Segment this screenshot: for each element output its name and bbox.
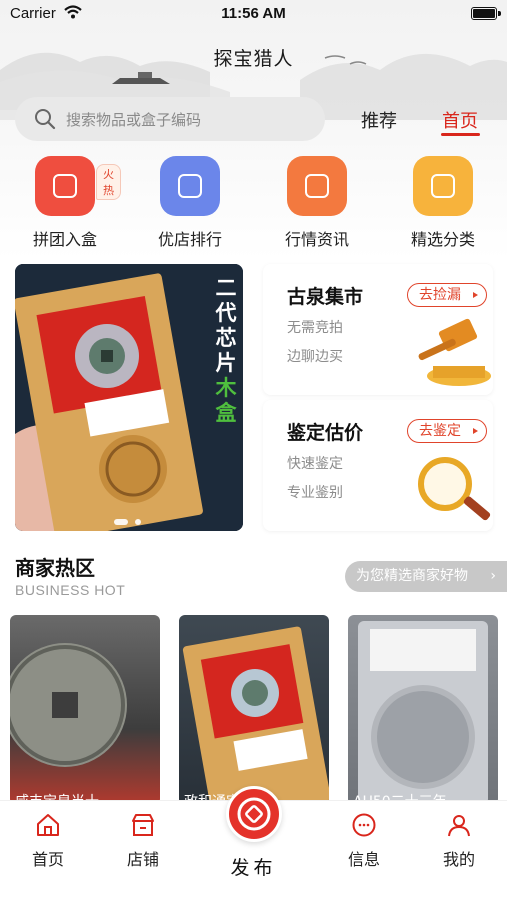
- clock: 11:56 AM: [221, 5, 286, 22]
- card-line: 无需竞拍: [287, 320, 343, 336]
- section-title: 商家热区: [15, 556, 95, 580]
- section-subtitle: BUSINESS HOT: [15, 582, 126, 598]
- hot-badge: 火热: [96, 164, 121, 200]
- category-shop-ranking[interactable]: 优店排行: [135, 156, 245, 249]
- status-bar: Carrier 11:56 AM: [0, 0, 507, 30]
- category-label: 行情资讯: [284, 230, 349, 249]
- appraise-button[interactable]: 去鉴定: [407, 419, 487, 443]
- category-label: 拼团入盒: [32, 230, 97, 249]
- product-card[interactable]: 咸丰宝泉当十: [10, 615, 160, 805]
- banner-title-line2: 木盒: [215, 376, 237, 425]
- bargain-button[interactable]: 去捡漏: [407, 283, 487, 307]
- chevron-right-icon: ›: [490, 568, 496, 584]
- search-placeholder: 搜索物品或盒子编码: [66, 111, 202, 129]
- category-market-news[interactable]: 行情资讯: [262, 156, 372, 249]
- category-featured[interactable]: 精选分类: [388, 156, 498, 249]
- caret-right-icon: [473, 428, 478, 434]
- shop-icon: [160, 156, 220, 216]
- category-group-buy[interactable]: 火热 拼团入盒: [10, 156, 121, 249]
- carousel-dots: [114, 510, 148, 529]
- search-icon: [35, 109, 56, 130]
- search-list-icon: [413, 156, 473, 216]
- store-icon: [132, 814, 154, 836]
- product-card[interactable]: AU50二十三年: [348, 615, 498, 805]
- card-line: 快速鉴定: [287, 456, 343, 472]
- publish-icon: [237, 797, 271, 831]
- tab-recommend[interactable]: 推荐: [361, 107, 397, 133]
- tab-home[interactable]: 首页: [442, 107, 478, 133]
- news-icon: [287, 156, 347, 216]
- caret-right-icon: [473, 292, 478, 298]
- bag-icon: [35, 156, 95, 216]
- featured-merchants-link[interactable]: 为您精选商家好物 ›: [345, 561, 507, 592]
- card-line: 专业鉴别: [287, 485, 343, 501]
- carousel-dot: [135, 519, 141, 525]
- appraisal-card[interactable]: 鉴定估价 去鉴定 快速鉴定 专业鉴别: [263, 400, 493, 531]
- carousel-dot-active: [114, 519, 128, 525]
- home-icon: [37, 814, 59, 836]
- graded-coin-image: [358, 621, 488, 805]
- banner-title: 二代芯片木盒: [215, 276, 237, 426]
- tab-bar-profile[interactable]: 我的: [419, 812, 499, 870]
- app-title: 探宝猎人: [213, 48, 294, 70]
- promo-banner[interactable]: 二代芯片木盒: [15, 264, 243, 531]
- gavel-icon: [418, 318, 491, 386]
- boxed-coin-image: [182, 626, 329, 805]
- appraise-button-label: 去鉴定: [419, 423, 461, 439]
- magnifier-icon: [418, 457, 491, 521]
- search-input[interactable]: 搜索物品或盒子编码: [15, 97, 325, 141]
- category-label: 优店排行: [157, 230, 222, 249]
- category-label: 精选分类: [410, 230, 475, 249]
- ancient-coin-image: [10, 643, 127, 767]
- chat-bubble-icon: [352, 813, 376, 837]
- tab-bar-label: 信息: [347, 850, 380, 869]
- bargain-button-label: 去捡漏: [419, 287, 461, 303]
- wooden-box-illustration: [15, 264, 243, 531]
- publish-button[interactable]: [226, 786, 282, 842]
- coin-market-card[interactable]: 古泉集市 去捡漏 无需竞拍 边聊边买: [263, 264, 493, 395]
- battery-icon: [471, 7, 501, 20]
- card-line: 边聊边买: [287, 349, 343, 365]
- banner-title-line1: 二代芯片: [215, 276, 237, 375]
- active-tab-indicator: [441, 133, 480, 136]
- tab-bar-messages[interactable]: 信息: [324, 812, 404, 870]
- featured-merchants-label: 为您精选商家好物: [356, 568, 468, 584]
- tab-bar-label: 我的: [442, 850, 475, 869]
- product-card[interactable]: 政和通宝: [179, 615, 329, 805]
- card-title: 古泉集市: [287, 286, 364, 308]
- card-title: 鉴定估价: [287, 422, 364, 444]
- user-icon: [448, 815, 470, 837]
